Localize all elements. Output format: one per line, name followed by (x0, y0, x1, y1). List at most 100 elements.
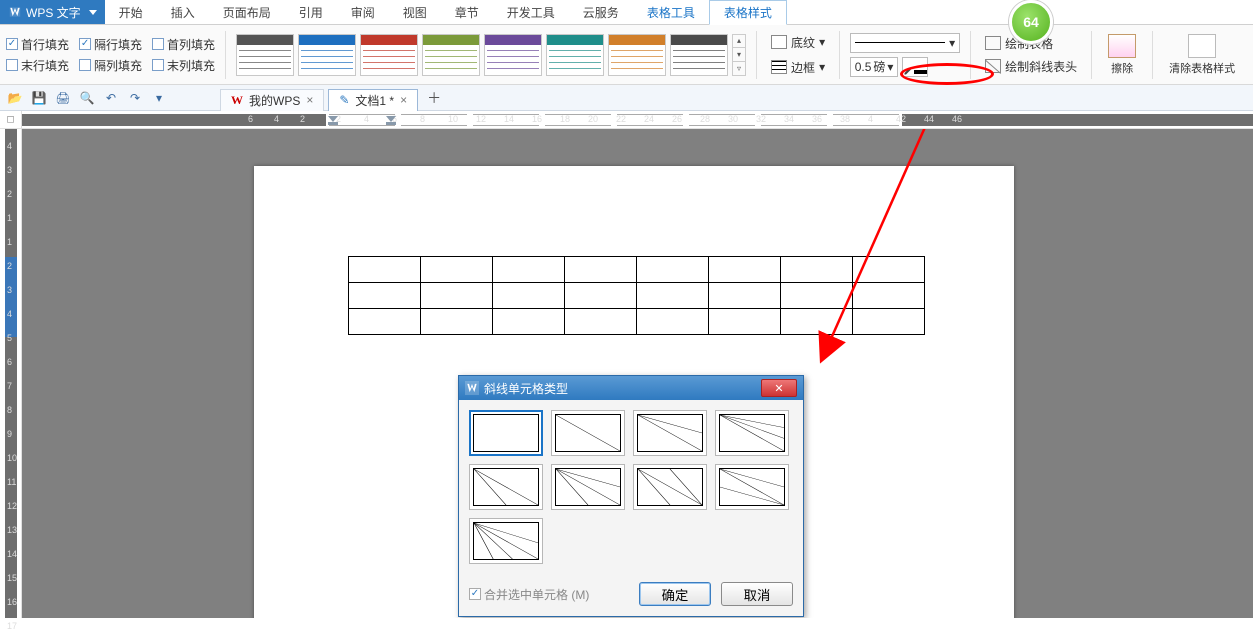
cancel-button[interactable]: 取消 (721, 582, 793, 606)
separator (1091, 31, 1092, 79)
diagonal-option-6[interactable] (633, 464, 707, 510)
border-icon (771, 60, 787, 74)
menu-tab-5[interactable]: 视图 (389, 0, 441, 24)
save-button[interactable]: 💾 (30, 89, 48, 107)
right-indent-marker[interactable] (386, 112, 396, 126)
shading-button[interactable]: 底纹 ▾ (767, 32, 829, 53)
menu-tab-6[interactable]: 章节 (441, 0, 493, 24)
menu-tab-9[interactable]: 表格工具 (633, 0, 709, 24)
doc-tab-0[interactable]: W我的WPS× (220, 89, 324, 111)
print-button[interactable]: 🖨 (54, 89, 72, 107)
first-line-indent-marker[interactable] (328, 112, 338, 126)
menu-tab-1[interactable]: 插入 (157, 0, 209, 24)
gallery-more-button[interactable]: ▴▾▿ (732, 34, 746, 76)
diagonal-option-7[interactable] (715, 464, 789, 510)
tab-close-icon[interactable]: × (400, 93, 407, 107)
undo-button[interactable]: ↶ (102, 89, 120, 107)
caret-down-icon: ▾ (819, 60, 825, 74)
quick-access-row: 📂 💾 🖨 🔍 ↶ ↷ ▾ W我的WPS×✎文档1 *× ＋ (0, 85, 1253, 111)
table-style-thumb-1[interactable] (298, 34, 356, 76)
diagonal-option-5[interactable] (551, 464, 625, 510)
diagonal-option-8[interactable] (469, 518, 543, 564)
menu-tab-3[interactable]: 引用 (285, 0, 337, 24)
fill-option-0[interactable]: 首行填充 (6, 36, 69, 53)
vertical-ruler[interactable]: 43211234567891011121314151617 (0, 129, 22, 618)
diagonal-option-3[interactable] (715, 410, 789, 456)
dialog-titlebar[interactable]: 斜线单元格类型 ✕ (459, 376, 803, 400)
print-preview-button[interactable]: 🔍 (78, 89, 96, 107)
badge-64: 64 (1009, 0, 1053, 44)
eraser-label: 擦除 (1111, 60, 1133, 76)
ruler-corner[interactable]: ◻ (0, 111, 22, 128)
line-weight-value: 0.5 (855, 60, 872, 74)
separator (839, 31, 840, 79)
horizontal-ruler[interactable]: 6422468101214161820222426283032343638442… (22, 111, 1253, 128)
line-group: ▾ 0.5 磅 ▾ (850, 33, 960, 77)
menu-bar: WPS 文字 开始插入页面布局引用审阅视图章节开发工具云服务表格工具表格样式 (0, 0, 1253, 25)
fill-option-5[interactable]: 末列填充 (152, 57, 215, 74)
diagonal-option-4[interactable] (469, 464, 543, 510)
app-menu-button[interactable]: WPS 文字 (0, 0, 105, 24)
pen-color-picker[interactable] (902, 57, 928, 77)
document-table[interactable] (348, 256, 925, 335)
separator (756, 31, 757, 79)
doc-tab-1[interactable]: ✎文档1 *× (328, 89, 418, 111)
menu-tab-0[interactable]: 开始 (105, 0, 157, 24)
shading-label: 底纹 (791, 34, 815, 51)
clear-table-style-button[interactable]: 清除表格样式 (1163, 32, 1241, 78)
pen-icon (903, 64, 914, 76)
diagonal-option-2[interactable] (633, 410, 707, 456)
open-button[interactable]: 📂 (6, 89, 24, 107)
table-style-thumb-0[interactable] (236, 34, 294, 76)
menu-tab-2[interactable]: 页面布局 (209, 0, 285, 24)
eraser-button[interactable]: 擦除 (1102, 32, 1142, 78)
ok-button[interactable]: 确定 (639, 582, 711, 606)
line-style-picker[interactable]: ▾ (850, 33, 960, 53)
eraser-icon (1108, 34, 1136, 58)
pencil-grid-icon (985, 36, 1001, 50)
merge-cells-checkbox[interactable]: 合并选中单元格 (M) (469, 586, 589, 603)
wps-logo-icon (465, 381, 479, 395)
table-style-thumb-7[interactable] (670, 34, 728, 76)
paint-bucket-icon (771, 35, 787, 49)
table-style-thumb-5[interactable] (546, 34, 604, 76)
dialog-close-button[interactable]: ✕ (761, 379, 797, 397)
border-button[interactable]: 边框 ▾ (767, 57, 829, 78)
fill-option-4[interactable]: 隔列填充 (79, 57, 142, 74)
separator (1152, 31, 1153, 79)
menu-tab-7[interactable]: 开发工具 (493, 0, 569, 24)
fill-option-2[interactable]: 首列填充 (152, 36, 215, 53)
line-weight-picker[interactable]: 0.5 磅 ▾ (850, 57, 898, 77)
dialog-body (459, 400, 803, 574)
draw-diagonal-label: 绘制斜线表头 (1005, 58, 1077, 75)
document-canvas[interactable]: 斜线单元格类型 ✕ 合并选中单元格 (M) 确定 取消 (22, 129, 1253, 618)
document-tabs: W我的WPS×✎文档1 *× (220, 85, 418, 111)
wps-logo-icon (8, 5, 22, 19)
ribbon: 首行填充隔行填充首列填充末行填充隔列填充末列填充 ▴▾▿ 底纹 ▾ 边框 ▾ ▾… (0, 25, 1253, 85)
dialog-title: 斜线单元格类型 (484, 380, 568, 397)
fill-options-group: 首行填充隔行填充首列填充末行填充隔列填充末列填充 (6, 36, 215, 74)
table-style-thumb-2[interactable] (360, 34, 418, 76)
border-label: 边框 (791, 59, 815, 76)
table-style-thumb-4[interactable] (484, 34, 542, 76)
new-tab-button[interactable]: ＋ (424, 88, 444, 108)
draw-diagonal-header-button[interactable]: 绘制斜线表头 (981, 57, 1081, 76)
diagonal-option-0[interactable] (469, 410, 543, 456)
fill-option-1[interactable]: 隔行填充 (79, 36, 142, 53)
diagonal-option-1[interactable] (551, 410, 625, 456)
merge-label: 合并选中单元格 (M) (484, 586, 589, 603)
workspace: 43211234567891011121314151617 斜线单元格类型 ✕ (0, 129, 1253, 618)
table-style-thumb-6[interactable] (608, 34, 666, 76)
menu-tab-8[interactable]: 云服务 (569, 0, 633, 24)
fill-option-3[interactable]: 末行填充 (6, 57, 69, 74)
separator (970, 31, 971, 79)
menu-tab-4[interactable]: 审阅 (337, 0, 389, 24)
menu-tab-10[interactable]: 表格样式 (709, 0, 787, 25)
horizontal-ruler-row: ◻ 64224681012141618202224262830323436384… (0, 111, 1253, 129)
table-style-thumb-3[interactable] (422, 34, 480, 76)
tab-close-icon[interactable]: × (306, 93, 313, 107)
dialog-footer: 合并选中单元格 (M) 确定 取消 (459, 574, 803, 616)
qat-more-button[interactable]: ▾ (150, 89, 168, 107)
redo-button[interactable]: ↷ (126, 89, 144, 107)
menu-tabs: 开始插入页面布局引用审阅视图章节开发工具云服务表格工具表格样式 (105, 0, 787, 24)
